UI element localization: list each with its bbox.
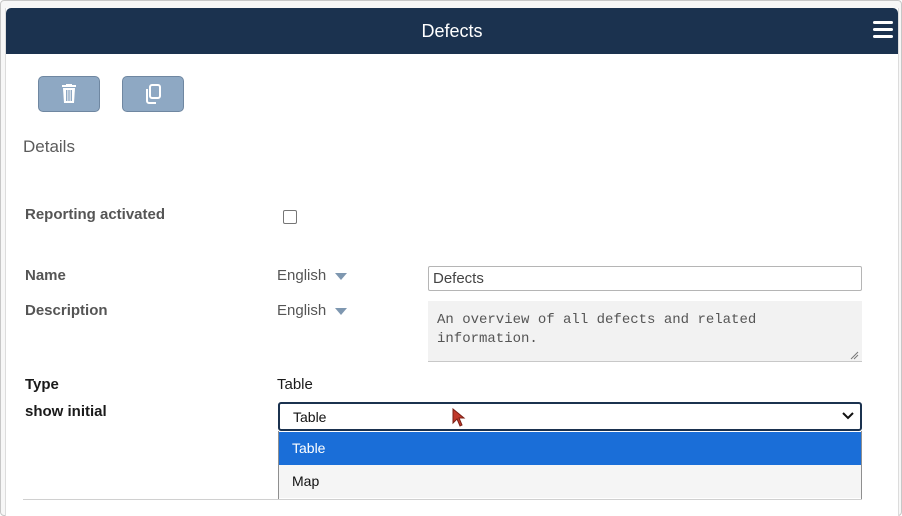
description-label: Description	[25, 302, 108, 319]
caret-down-icon	[335, 308, 348, 315]
description-language-label: English	[277, 302, 327, 319]
delete-button[interactable]	[38, 76, 100, 112]
name-label: Name	[25, 267, 66, 284]
type-value: Table	[277, 376, 313, 393]
option-map[interactable]: Map	[279, 465, 861, 498]
show-initial-label: show initial	[25, 403, 107, 420]
show-initial-select[interactable]: Table	[278, 402, 862, 431]
details-heading: Details	[23, 137, 75, 156]
defects-panel: Defects Details Reporting activated Name…	[5, 8, 899, 516]
caret-down-icon	[335, 273, 348, 280]
trash-icon	[62, 84, 76, 103]
copy-button[interactable]	[122, 76, 184, 112]
section-divider	[23, 499, 862, 500]
name-language-label: English	[277, 267, 327, 284]
description-language-select[interactable]: English	[277, 302, 348, 319]
description-textarea[interactable]: An overview of all defects and related i…	[428, 301, 862, 362]
type-label: Type	[25, 376, 59, 393]
reporting-checkbox[interactable]	[283, 210, 297, 224]
option-table[interactable]: Table	[279, 432, 861, 465]
reporting-label: Reporting activated	[25, 206, 166, 223]
copy-icon	[146, 84, 161, 104]
show-initial-selected-value: Table	[293, 409, 327, 425]
page-title: Defects	[421, 21, 483, 41]
mouse-cursor-icon	[452, 408, 466, 427]
hamburger-menu-icon[interactable]	[873, 21, 893, 39]
panel-header: Defects	[6, 8, 898, 54]
name-input[interactable]	[428, 266, 862, 291]
name-language-select[interactable]: English	[277, 267, 348, 284]
resize-grip-icon[interactable]	[849, 350, 859, 360]
show-initial-dropdown: Table Map	[278, 431, 862, 500]
chevron-down-icon	[842, 412, 854, 420]
